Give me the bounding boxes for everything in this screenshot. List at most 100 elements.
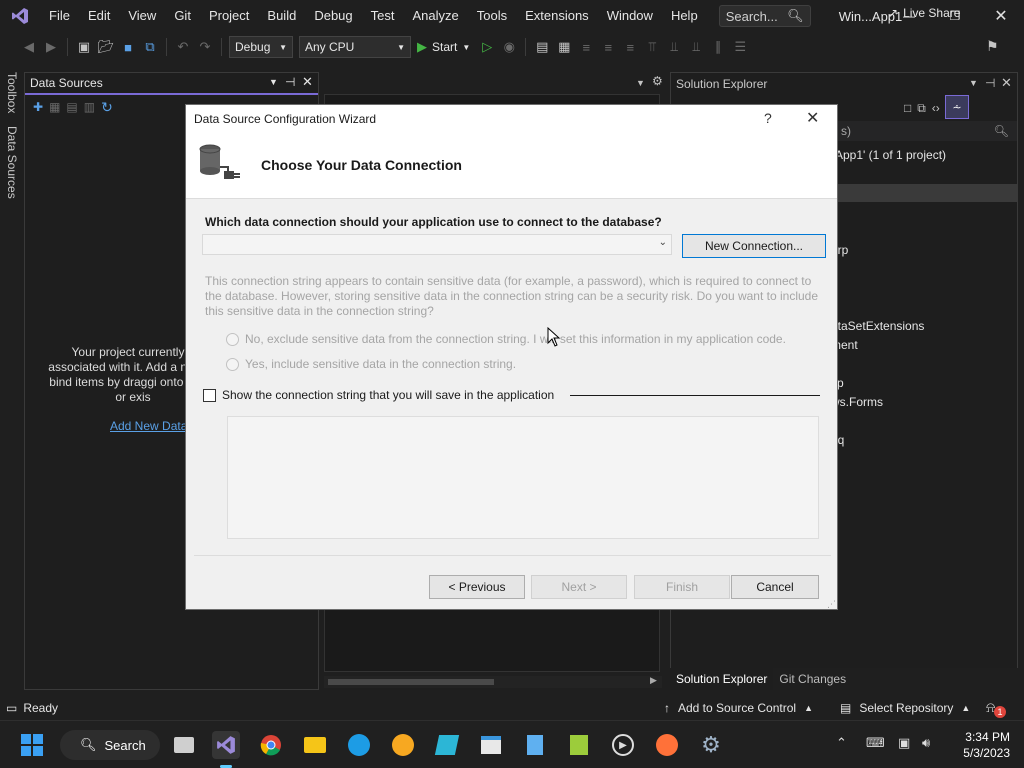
data-grid-icon[interactable]: ▥ [84, 100, 95, 114]
include-sensitive-radio[interactable]: Yes, include sensitive data in the conne… [226, 357, 516, 371]
search-box[interactable]: Search... 🔍︎ [718, 5, 811, 27]
task-view-icon[interactable] [170, 731, 198, 759]
settings-icon[interactable]: ⚙ [697, 731, 725, 759]
menu-git[interactable]: Git [165, 0, 200, 32]
undo-icon[interactable]: ↶ [174, 38, 192, 56]
close-window-button[interactable]: ✕ [978, 0, 1024, 32]
chevron-down-icon[interactable]: ▼ [636, 78, 645, 88]
collapse-all-icon[interactable]: □ [904, 101, 911, 115]
tree-item[interactable]: ataSetExtensions [831, 319, 924, 333]
refresh-icon[interactable]: ↻ [101, 99, 113, 116]
add-to-source-control-button[interactable]: ↑ Add to Source Control ▲ [664, 701, 813, 715]
exclude-sensitive-radio[interactable]: No, exclude sensitive data from the conn… [226, 332, 786, 346]
platform-dropdown[interactable]: Any CPU ▼ [299, 36, 411, 58]
horizontal-scrollbar[interactable]: ▶ [324, 675, 662, 688]
menu-window[interactable]: Window [598, 0, 662, 32]
feedback-icon[interactable]: ⚑ [986, 38, 999, 55]
tab-git-changes[interactable]: Git Changes [773, 668, 852, 690]
chevron-up-icon[interactable]: ⌃ [836, 735, 847, 751]
media-player-icon[interactable]: ▶ [609, 731, 637, 759]
app-icon[interactable] [433, 731, 461, 759]
dialog-close-button[interactable]: ✕ [806, 108, 819, 128]
add-new-data-source-link[interactable]: Add New Data [110, 419, 187, 433]
preview-selected-items-icon[interactable]: ⩪ [945, 95, 969, 119]
align-middle-icon[interactable]: ⫫ [665, 38, 683, 56]
menu-file[interactable]: File [40, 0, 79, 32]
scrollbar-thumb[interactable] [328, 679, 494, 685]
help-button[interactable]: ? [764, 110, 772, 126]
store-icon[interactable] [477, 731, 505, 759]
more-icon[interactable]: ☰ [731, 38, 749, 56]
show-all-files-icon[interactable]: ⧉ [917, 101, 926, 116]
menu-project[interactable]: Project [200, 0, 258, 32]
align-left-icon[interactable]: ≡ [577, 38, 595, 56]
view-code-icon[interactable]: ‹› [932, 101, 940, 115]
menu-tools[interactable]: Tools [468, 0, 516, 32]
finish-button[interactable]: Finish [634, 575, 730, 599]
menu-extensions[interactable]: Extensions [516, 0, 598, 32]
keyboard-icon[interactable]: ⌨ [866, 735, 885, 751]
solution-node[interactable]: App1' (1 of 1 project) [835, 148, 946, 162]
configure-icon[interactable]: ▤ [66, 100, 77, 114]
select-repository-button[interactable]: ▤ Select Repository ▲ [840, 701, 970, 715]
solution-folder-icon[interactable]: ▤ [533, 38, 551, 56]
data-connection-dropdown[interactable]: ⌄ [202, 234, 672, 255]
show-connection-string-checkbox[interactable] [203, 388, 216, 402]
menu-help[interactable]: Help [662, 0, 707, 32]
toolbox-tab[interactable]: Toolbox [5, 72, 19, 113]
resize-grip-icon[interactable]: ⋰ [827, 599, 836, 610]
save-all-icon[interactable]: ⧉ [141, 38, 159, 56]
menu-build[interactable]: Build [258, 0, 305, 32]
close-icon[interactable]: ✕ [302, 74, 313, 90]
align-top-icon[interactable]: ⫪ [643, 38, 661, 56]
redo-icon[interactable]: ↷ [196, 38, 214, 56]
close-icon[interactable]: ✕ [1001, 75, 1012, 91]
chrome-icon[interactable] [257, 731, 285, 759]
menu-view[interactable]: View [119, 0, 165, 32]
visual-studio-taskbar-icon[interactable] [212, 731, 240, 759]
firefox-icon[interactable] [653, 731, 681, 759]
configuration-dropdown[interactable]: Debug ▼ [229, 36, 293, 58]
windows-start-icon[interactable] [18, 731, 46, 759]
notepad-icon[interactable] [521, 731, 549, 759]
pin-icon[interactable]: ⊣ [985, 76, 995, 90]
new-connection-button[interactable]: New Connection... [682, 234, 826, 258]
connection-string-textbox[interactable] [227, 416, 819, 539]
forward-icon[interactable]: ▶ [42, 38, 60, 56]
open-folder-icon[interactable]: 📂︎ [97, 38, 115, 56]
tree-item[interactable]: ws.Forms [831, 395, 883, 409]
menu-debug[interactable]: Debug [305, 0, 361, 32]
layout-icon[interactable]: ▦ [555, 38, 573, 56]
spacing-icon[interactable]: ∥ [709, 38, 727, 56]
weather-icon[interactable] [389, 731, 417, 759]
menu-analyze[interactable]: Analyze [403, 0, 467, 32]
add-data-source-icon[interactable]: ✚ [33, 100, 43, 114]
align-center-icon[interactable]: ≡ [599, 38, 617, 56]
new-project-icon[interactable]: ▣ [75, 38, 93, 56]
notifications-button[interactable]: ⍾ 1 [986, 699, 1006, 718]
hot-reload-icon[interactable]: ◉ [500, 38, 518, 56]
edit-dataset-icon[interactable]: ▦ [49, 100, 60, 114]
chevron-down-icon[interactable]: ▼ [269, 77, 278, 87]
radio-circle[interactable] [226, 332, 239, 346]
show-connection-string-checkbox-row[interactable]: Show the connection string that you will… [203, 388, 554, 402]
start-without-debugging-icon[interactable]: ▷ [478, 38, 496, 56]
align-right-icon[interactable]: ≡ [621, 38, 639, 56]
align-bottom-icon[interactable]: ⫫ [687, 38, 705, 56]
volume-icon[interactable]: 🔊︎ [922, 735, 930, 751]
save-icon[interactable]: ■ [119, 38, 137, 56]
file-explorer-icon[interactable] [301, 731, 329, 759]
tab-solution-explorer[interactable]: Solution Explorer [670, 668, 774, 690]
back-icon[interactable]: ◀ [20, 38, 38, 56]
menu-edit[interactable]: Edit [79, 0, 119, 32]
live-share-button[interactable]: ↗ Live Share [888, 6, 960, 20]
data-sources-tab[interactable]: Data Sources [5, 126, 19, 199]
chevron-down-icon[interactable]: ▼ [969, 78, 978, 88]
taskbar-search[interactable]: 🔍︎ Search [60, 730, 160, 760]
previous-button[interactable]: < Previous [429, 575, 525, 599]
next-button[interactable]: Next > [531, 575, 627, 599]
edge-icon[interactable] [345, 731, 373, 759]
scroll-right-icon[interactable]: ▶ [650, 675, 657, 686]
cancel-button[interactable]: Cancel [731, 575, 819, 599]
radio-circle[interactable] [226, 357, 239, 371]
